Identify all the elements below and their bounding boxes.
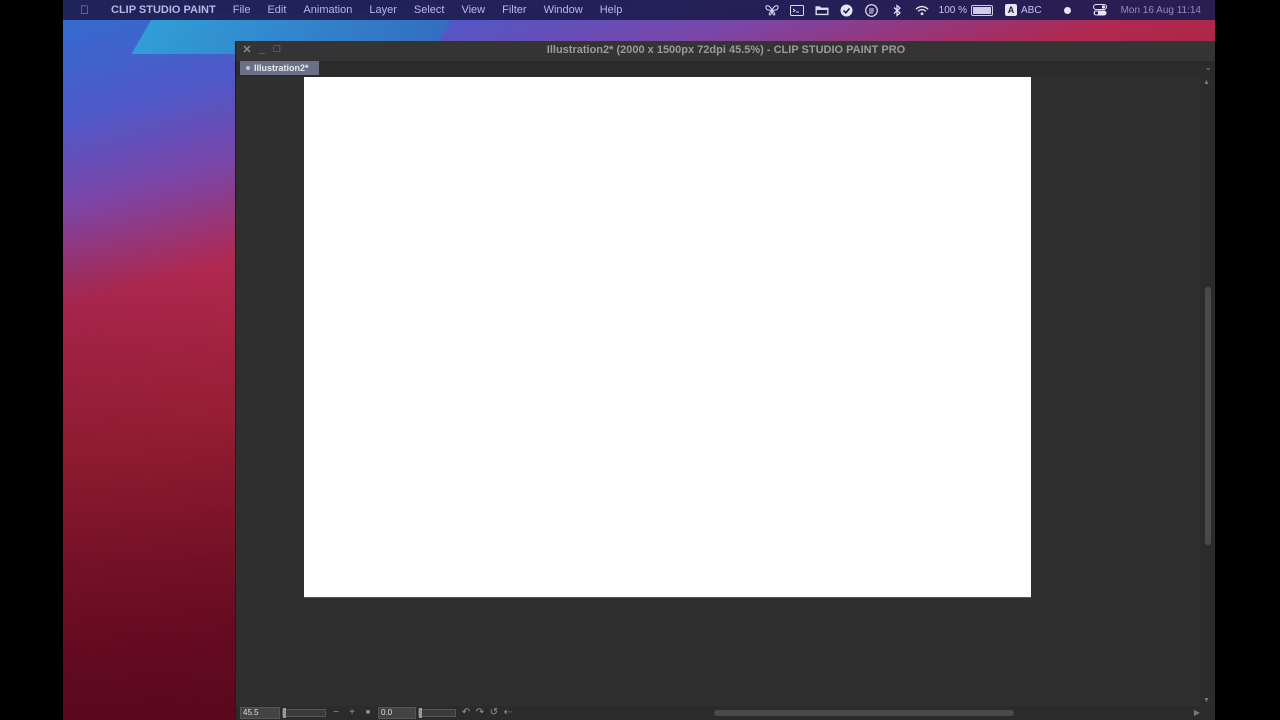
tab-label: Illustration2* bbox=[254, 63, 309, 73]
menu-help[interactable]: Help bbox=[600, 4, 623, 16]
rotation-field[interactable]: 0.0 bbox=[378, 707, 416, 719]
tab-close-icon[interactable] bbox=[246, 66, 250, 70]
canvas-paper[interactable] bbox=[304, 77, 1031, 598]
fit-screen-icon[interactable]: ■ bbox=[362, 707, 374, 719]
control-center-icon[interactable] bbox=[1092, 3, 1107, 17]
list-circle-icon[interactable] bbox=[865, 3, 879, 17]
scroll-up-icon[interactable]: ▲ bbox=[1203, 79, 1210, 86]
checkmark-circle-icon[interactable] bbox=[840, 3, 854, 17]
scroll-down-icon[interactable]: ▼ bbox=[1203, 697, 1210, 704]
menu-select[interactable]: Select bbox=[414, 4, 445, 16]
zoom-slider-knob[interactable] bbox=[283, 708, 286, 718]
vertical-scroll-thumb[interactable] bbox=[1205, 287, 1211, 545]
horizontal-scroll-thumb[interactable] bbox=[714, 710, 1014, 716]
rotate-left-icon[interactable]: ↶ bbox=[460, 707, 472, 719]
menu-bar:  CLIP STUDIO PAINT File Edit Animation … bbox=[63, 0, 1215, 20]
screen-capture-icon[interactable] bbox=[789, 3, 804, 17]
zoom-out-button[interactable]: − bbox=[330, 707, 342, 719]
app-name-menu[interactable]: CLIP STUDIO PAINT bbox=[111, 4, 216, 16]
reset-rotation-icon[interactable]: ↺ bbox=[488, 707, 500, 719]
input-source-label[interactable]: ABC bbox=[1021, 5, 1042, 16]
zoom-slider[interactable] bbox=[282, 708, 326, 718]
status-menus: 100 % A ABC Mon 16 Aug 11:14 bbox=[754, 0, 1201, 20]
recording-dot-icon[interactable] bbox=[1063, 6, 1071, 14]
battery-icon[interactable] bbox=[971, 4, 993, 16]
menu-window[interactable]: Window bbox=[544, 4, 583, 16]
folder-icon[interactable] bbox=[815, 3, 829, 17]
menu-layer[interactable]: Layer bbox=[369, 4, 397, 16]
zoom-in-button[interactable]: + bbox=[346, 707, 358, 719]
rotation-slider[interactable] bbox=[418, 708, 456, 718]
wifi-icon[interactable] bbox=[915, 3, 929, 17]
zoom-field[interactable]: 45.5 bbox=[240, 707, 280, 719]
window-title: Illustration2* (2000 x 1500px 72dpi 45.5… bbox=[546, 44, 906, 56]
vertical-scrollbar[interactable]: ▲ ▼ bbox=[1200, 77, 1215, 706]
apple-logo-icon[interactable]:  bbox=[80, 3, 94, 17]
document-tab-bar: Illustration2* ⌄ bbox=[236, 61, 1215, 77]
menu-view[interactable]: View bbox=[461, 4, 485, 16]
input-source-icon[interactable]: A bbox=[1005, 4, 1017, 16]
menu-edit[interactable]: Edit bbox=[267, 4, 286, 16]
tab-illustration2[interactable]: Illustration2* bbox=[240, 61, 319, 75]
menu-animation[interactable]: Animation bbox=[303, 4, 352, 16]
bluetooth-icon[interactable] bbox=[890, 3, 904, 17]
clock[interactable]: Mon 16 Aug 11:14 bbox=[1121, 5, 1201, 16]
horizontal-scrollbar[interactable]: ▶ bbox=[506, 708, 1200, 718]
canvas-area[interactable] bbox=[236, 77, 1200, 706]
battery-percent: 100 % bbox=[938, 4, 967, 16]
chevron-down-icon[interactable]: ⌄ bbox=[1204, 62, 1212, 73]
rotate-right-icon[interactable]: ↷ bbox=[474, 707, 486, 719]
desktop:  CLIP STUDIO PAINT File Edit Animation … bbox=[63, 0, 1215, 720]
rotation-slider-knob[interactable] bbox=[419, 708, 422, 718]
butterfly-icon[interactable] bbox=[764, 3, 779, 17]
menu-filter[interactable]: Filter bbox=[502, 4, 526, 16]
window-titlebar[interactable]: ✕ _ □ Illustration2* (2000 x 1500px 72dp… bbox=[236, 41, 1215, 61]
menu-file[interactable]: File bbox=[233, 4, 251, 16]
navigator-status-bar: 45.5 − + ■ 0.0 ↶ ↷ ↺ ⇠ ▶ bbox=[236, 706, 1215, 720]
clip-studio-window: ✕ _ □ Illustration2* (2000 x 1500px 72dp… bbox=[235, 41, 1215, 720]
scroll-right-icon[interactable]: ▶ bbox=[1194, 708, 1200, 717]
